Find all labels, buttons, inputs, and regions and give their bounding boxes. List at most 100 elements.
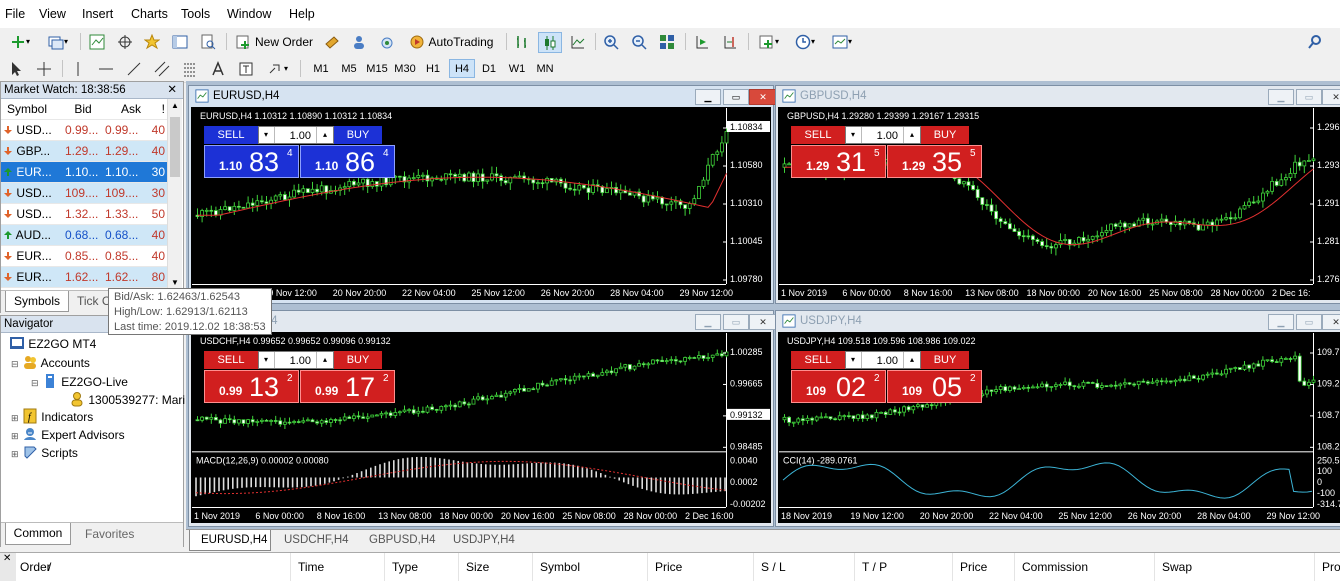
lot-size-input[interactable]: 1.00 ▾ ▴ [845,351,921,369]
lot-increase-button[interactable]: ▴ [316,352,333,368]
nav-root[interactable]: EZ2GO MT4 [9,335,96,351]
buy-price[interactable]: 109 05 2 [887,370,982,403]
lot-size-input[interactable]: 1.00 ▾ ▴ [845,126,921,144]
col-size[interactable]: Size [466,560,489,574]
buy-price[interactable]: 1.10 86 4 [300,145,395,178]
text-button[interactable] [208,59,228,78]
col-type[interactable]: Type [392,560,418,574]
indicators-button[interactable]: ▾ [755,32,783,51]
nav-accounts[interactable]: ⊟ Accounts [11,354,90,370]
metaeditor-button[interactable] [322,32,342,51]
timeframe-d1[interactable]: D1 [477,59,501,78]
menu-help[interactable]: Help [289,7,315,21]
close-window-button[interactable]: ✕ [1322,314,1340,330]
lot-increase-button[interactable]: ▴ [903,352,920,368]
maximize-button[interactable]: ▭ [723,89,749,105]
timeframe-m30[interactable]: M30 [393,59,417,78]
tab-usdchf[interactable]: USDCHF,H4 [284,534,349,546]
col-price[interactable]: Price [655,560,682,574]
col-time[interactable]: Time [298,560,324,574]
chart-shift-button[interactable] [720,32,740,51]
col-symbol[interactable]: Symbol [1,99,63,120]
text-label-button[interactable] [236,59,256,78]
sell-price[interactable]: 1.29 31 5 [791,145,886,178]
periods-button[interactable]: ▾ [791,32,819,51]
crosshair-button[interactable] [34,59,54,78]
market-watch-button[interactable] [87,32,107,51]
new-order-button[interactable]: New Order [233,32,315,51]
data-window-button[interactable] [115,32,135,51]
terminal-close-icon[interactable]: ✕ [0,553,16,581]
table-row[interactable]: EUR... 0.85... 0.85... 40 [1,245,167,267]
timeframe-m15[interactable]: M15 [365,59,389,78]
profiles-button[interactable]: ▾ [44,32,72,51]
col-symbol[interactable]: Symbol [540,560,580,574]
menu-file[interactable]: File [5,7,25,21]
sell-button[interactable]: SELL [204,351,258,369]
table-row[interactable]: USD... 109.... 109.... 30 [1,182,167,204]
timeframe-h1[interactable]: H1 [421,59,445,78]
templates-button[interactable]: ▾ [828,32,856,51]
lot-decrease-button[interactable]: ▾ [258,127,275,143]
terminal-button[interactable] [170,32,190,51]
chart-window-usdjpy[interactable]: USDJPY,H4 ▁ ▭ ✕ USDJPY,H4 109.518 109.59… [775,310,1340,527]
minimize-button[interactable]: ▁ [695,314,721,330]
maximize-button[interactable]: ▭ [1296,89,1322,105]
cursor-button[interactable] [6,59,26,78]
candlestick-button[interactable] [538,32,562,53]
minimize-button[interactable]: ▁ [1268,314,1294,330]
horizontal-line-button[interactable] [96,59,116,78]
chart-canvas[interactable]: USDCHF,H4 0.99652 0.99652 0.99096 0.9913… [191,332,771,523]
sell-button[interactable]: SELL [791,126,845,144]
menu-view[interactable]: View [39,7,66,21]
chart-window-title[interactable]: GBPUSD,H4 ▁ ▭ ✕ [776,86,1340,106]
maximize-button[interactable]: ▭ [1296,314,1322,330]
market-watch-scrollbar[interactable]: ▲ ▼ [167,99,182,289]
zoom-out-button[interactable] [629,32,649,51]
tile-windows-button[interactable] [657,32,677,51]
lot-size-input[interactable]: 1.00 ▾ ▴ [258,351,334,369]
table-row[interactable]: USD... 1.32... 1.33... 50 [1,203,167,225]
chart-window-title[interactable]: USDCHF,H4 ▁ ▭ ✕ [189,311,777,331]
menu-tools[interactable]: Tools [181,7,210,21]
trendline-button[interactable] [124,59,144,78]
fibonacci-button[interactable] [180,59,200,78]
chart-window-gbpusd[interactable]: GBPUSD,H4 ▁ ▭ ✕ GBPUSD,H4 1.29280 1.2939… [775,85,1340,304]
buy-price[interactable]: 1.29 35 5 [887,145,982,178]
col-current-price[interactable]: Price [960,560,987,574]
sell-price[interactable]: 1.10 83 4 [204,145,299,178]
timeframe-h4[interactable]: H4 [449,59,475,78]
community-button[interactable] [349,32,369,51]
chart-canvas[interactable]: EURUSD,H4 1.10312 1.10890 1.10312 1.1083… [191,107,771,300]
timeframe-m1[interactable]: M1 [309,59,333,78]
lot-increase-button[interactable]: ▴ [903,127,920,143]
tab-symbols[interactable]: Symbols [5,291,69,312]
chart-window-title[interactable]: USDJPY,H4 ▁ ▭ ✕ [776,311,1340,331]
sell-button[interactable]: SELL [204,126,258,144]
lot-decrease-button[interactable]: ▾ [845,352,862,368]
lot-decrease-button[interactable]: ▾ [845,127,862,143]
signals-button[interactable] [377,32,397,51]
col-profit[interactable]: Pro [1322,560,1340,574]
table-row[interactable]: USD... 0.99... 0.99... 40 [1,120,167,141]
new-chart-button[interactable]: ▾ [6,32,34,51]
chart-window-title[interactable]: EURUSD,H4 ▁ ▭ ✕ [189,86,777,106]
auto-trading-button[interactable]: AutoTrading [404,32,498,51]
nav-indicators[interactable]: ⊞ f Indicators [11,408,93,424]
buy-button[interactable]: BUY [334,126,382,144]
menu-charts[interactable]: Charts [131,7,168,21]
tab-gbpusd[interactable]: GBPUSD,H4 [369,534,435,546]
vertical-line-button[interactable] [68,59,88,78]
buy-price[interactable]: 0.99 17 2 [300,370,395,403]
zoom-in-button[interactable] [601,32,621,51]
col-sort-arrow[interactable]: / [48,560,51,574]
timeframe-mn[interactable]: MN [533,59,557,78]
lot-increase-button[interactable]: ▴ [316,127,333,143]
arrows-button[interactable]: ▾ [264,59,292,78]
buy-button[interactable]: BUY [921,126,969,144]
tab-usdjpy[interactable]: USDJPY,H4 [453,534,515,546]
minimize-button[interactable]: ▁ [695,89,721,105]
table-row[interactable]: AUD... 0.68... 0.68... 40 [1,224,167,246]
col-swap[interactable]: Swap [1162,560,1192,574]
timeframe-w1[interactable]: W1 [505,59,529,78]
